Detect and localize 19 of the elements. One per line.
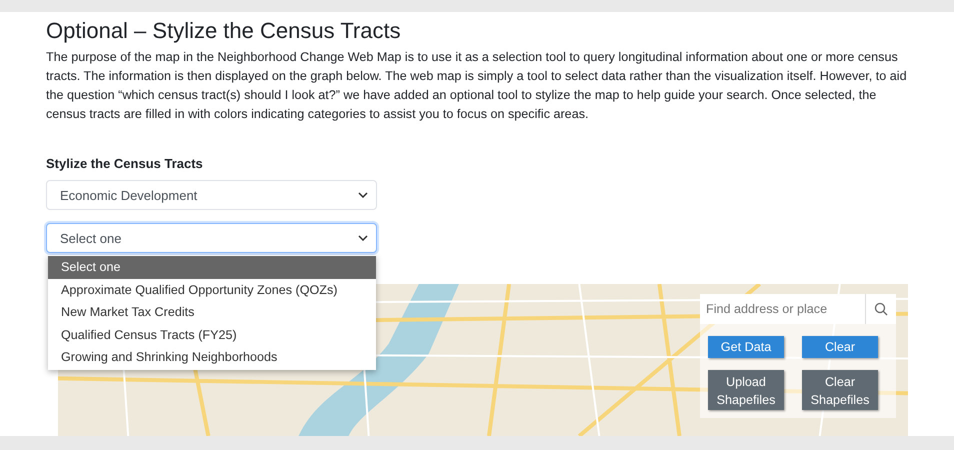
dropdown-option[interactable]: Approximate Qualified Opportunity Zones (QOZs) <box>48 278 376 301</box>
field-label: Stylize the Census Tracts <box>46 156 204 171</box>
search-field[interactable]: Find address or place <box>700 294 865 324</box>
chevron-down-icon <box>358 192 368 198</box>
map-action-button[interactable]: Clear Shapefiles <box>802 370 878 410</box>
dropdown-option[interactable]: Growing and Shrinking Neighborhoods <box>48 346 376 368</box>
description-paragraph: The purpose of the map in the Neighborhood Change Web Map is to use it as a selection tool to query longitudinal information about one or more census tracts. The information is then displayed on the graph below. The web map is simply a tool to select data rather than the visualization itself. However, to aid the question “which census tract(s) should I look at?” we have added an optional tool to stylize the map to help guide your search. Once selected, the census tracts are filled in with colors indicating categories to assist you to focus on specific areas. <box>46 49 908 123</box>
layer-dropdown[interactable]: Select one <box>46 223 377 253</box>
chevron-down-icon <box>358 235 368 241</box>
dropdown-option[interactable]: Select one <box>48 256 376 278</box>
map-action-button[interactable]: Upload Shapefiles <box>708 370 784 410</box>
search-icon <box>874 302 888 316</box>
map-action-button[interactable]: Get Data <box>708 336 784 358</box>
search-button[interactable] <box>865 294 896 324</box>
category-dropdown[interactable]: Economic Development <box>46 180 377 210</box>
section-title: Optional – Stylize the Census Tracts <box>46 18 402 44</box>
dropdown-option[interactable]: New Market Tax Credits <box>48 301 376 324</box>
map-action-button[interactable]: Clear <box>802 336 878 358</box>
dropdown-option[interactable]: Qualified Census Tracts (FY25) <box>48 324 376 346</box>
